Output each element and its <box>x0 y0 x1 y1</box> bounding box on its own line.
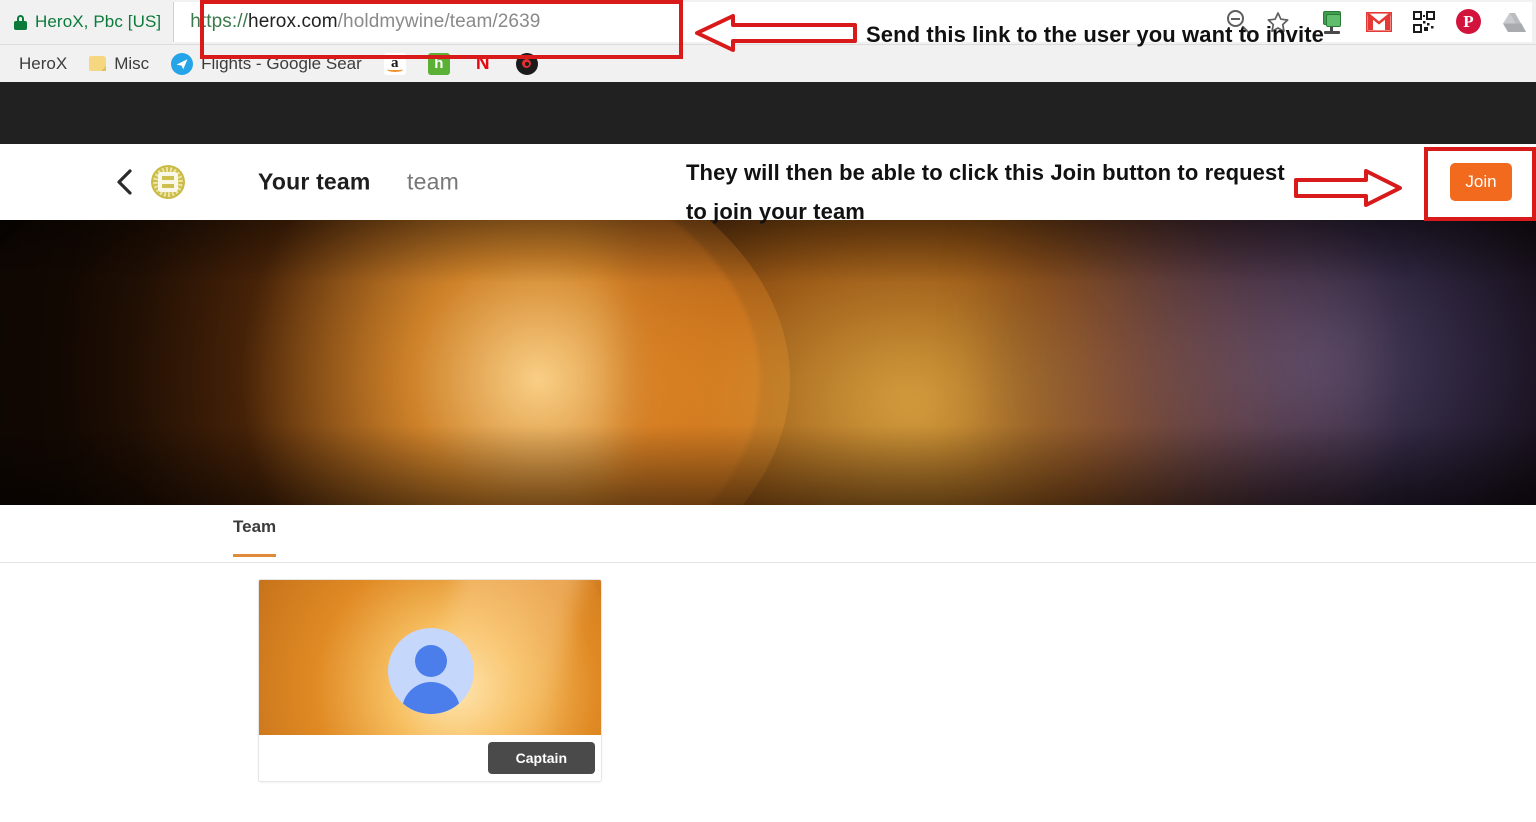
bookmark-h[interactable]: h <box>417 50 461 78</box>
bookmark-misc[interactable]: Misc <box>78 50 160 78</box>
bookmark-label: HeroX <box>19 53 68 73</box>
site-identity-chip[interactable]: HeroX, Pbc [US] <box>0 7 173 37</box>
page-root: HeroX, Pbc [US] https://herox.com/holdmy… <box>0 0 1536 822</box>
url-path: /holdmywine/team/2639 <box>337 11 541 32</box>
bookmark-label: Misc <box>114 53 150 73</box>
member-card-banner <box>259 580 601 737</box>
tab-active-underline <box>233 554 277 557</box>
bookmark-flights[interactable]: Flights - Google Sear <box>160 50 373 78</box>
netflix-icon: N <box>475 52 490 74</box>
lock-icon <box>14 14 27 30</box>
bookmark-netflix[interactable]: N <box>461 50 505 78</box>
url-text: https://herox.com/holdmywine/team/2639 <box>190 11 540 33</box>
url-host: herox.com <box>248 11 338 32</box>
amazon-icon: a <box>383 52 406 75</box>
google-drive-icon[interactable] <box>1502 11 1528 34</box>
extension-icons: P <box>1320 4 1528 40</box>
arrow-left-icon <box>695 14 857 52</box>
hero-banner-image <box>0 220 1536 505</box>
tab-team[interactable]: Team <box>233 517 277 557</box>
gmail-icon[interactable] <box>1366 12 1392 32</box>
bookmark-target[interactable] <box>505 50 549 78</box>
annotation-send-link-text: Send this link to the user you want to i… <box>866 22 1324 47</box>
target-icon <box>515 52 538 75</box>
pinterest-icon[interactable]: P <box>1456 9 1482 35</box>
status-badge: Captain <box>487 742 595 774</box>
team-member-card[interactable]: Captain <box>258 579 602 782</box>
member-card-footer: Captain <box>259 735 601 781</box>
site-identity-label: HeroX, Pbc [US] <box>35 12 162 31</box>
back-chevron-icon[interactable] <box>113 167 139 197</box>
folder-icon <box>89 56 107 71</box>
team-logo-icon <box>151 165 185 199</box>
site-navbar <box>0 82 1536 144</box>
page-title: Your team <box>258 168 371 195</box>
team-subtitle: team <box>407 168 459 195</box>
arrow-right-icon <box>1294 169 1402 207</box>
tabs-strip: Team <box>0 505 1536 563</box>
airplane-icon <box>171 52 194 75</box>
bookmark-amazon[interactable]: a <box>373 50 417 78</box>
tab-label: Team <box>233 517 277 536</box>
annotation-join-button-text: They will then be able to click this Joi… <box>686 160 1285 224</box>
join-button[interactable]: Join <box>1450 163 1512 201</box>
bookmark-herox[interactable]: HeroX <box>8 50 78 78</box>
url-scheme: https:// <box>190 11 249 32</box>
qr-code-icon[interactable] <box>1412 10 1436 34</box>
bookmark-label: Flights - Google Sear <box>201 53 362 73</box>
default-avatar-icon <box>388 628 474 714</box>
green-h-icon: h <box>427 52 450 75</box>
